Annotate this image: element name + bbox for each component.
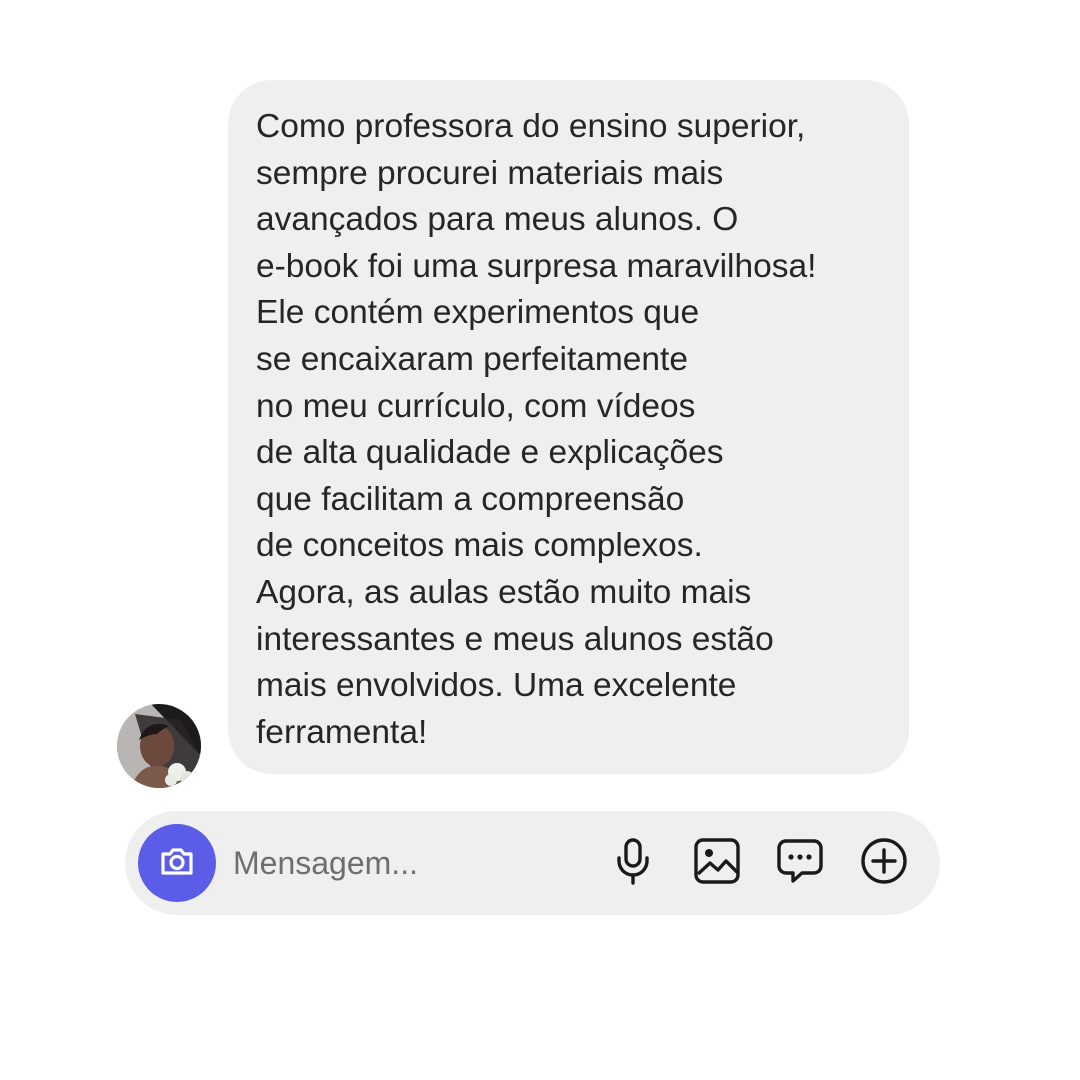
message-line: mais envolvidos. Uma excelente bbox=[256, 667, 737, 705]
message-composer bbox=[125, 811, 940, 915]
gallery-button[interactable] bbox=[692, 837, 742, 890]
message-bubble: Como professora do ensino superior, semp… bbox=[228, 80, 909, 774]
message-line: Como professora do ensino superior, bbox=[256, 108, 806, 145]
plus-circle-icon bbox=[860, 837, 908, 890]
more-button[interactable] bbox=[859, 837, 909, 890]
message-input[interactable] bbox=[233, 841, 593, 885]
message-line: ferramenta! bbox=[256, 713, 428, 751]
message-line: e-book foi uma surpresa maravilhosa! bbox=[256, 247, 817, 285]
message-line: se encaixaram perfeitamente bbox=[256, 340, 688, 378]
message-line: de alta qualidade e explicações bbox=[256, 434, 724, 472]
message-text: Como professora do ensino superior, semp… bbox=[256, 104, 816, 756]
message-line: avançados para meus alunos. O bbox=[256, 201, 739, 239]
avatar[interactable] bbox=[117, 704, 201, 788]
chat-bubble-icon bbox=[776, 837, 824, 890]
microphone-icon bbox=[611, 837, 655, 890]
microphone-button[interactable] bbox=[608, 837, 658, 890]
message-line: sempre procurei materiais mais bbox=[256, 154, 724, 192]
message-line: interessantes e meus alunos estão bbox=[256, 620, 774, 658]
message-line: Agora, as aulas estão muito mais bbox=[256, 573, 752, 611]
message-line: de conceitos mais complexos. bbox=[256, 527, 703, 565]
camera-icon bbox=[157, 841, 197, 886]
message-line: no meu currículo, com vídeos bbox=[256, 387, 696, 425]
camera-button[interactable] bbox=[138, 824, 216, 902]
message-line: Ele contém experimentos que bbox=[256, 294, 700, 332]
sticker-button[interactable] bbox=[775, 838, 825, 888]
image-icon bbox=[693, 837, 741, 890]
message-line: que facilitam a compreensão bbox=[256, 480, 685, 518]
